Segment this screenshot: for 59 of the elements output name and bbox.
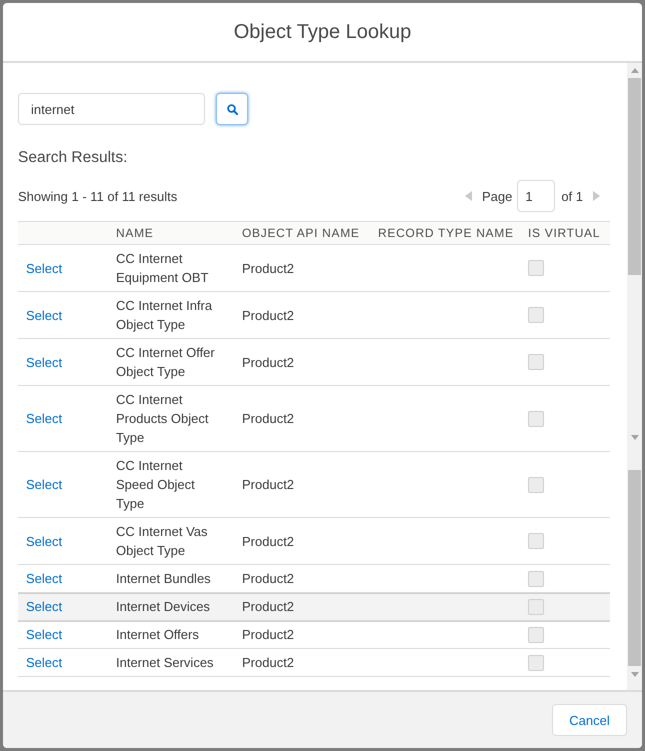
select-link[interactable]: Select [26, 627, 62, 642]
api-name-cell: Product2 [242, 655, 294, 670]
api-name-cell: Product2 [242, 308, 294, 322]
table-row[interactable]: Select CC Internet Equipment OBT Product2 [18, 245, 610, 292]
column-header: RECORD TYPE NAME [378, 226, 514, 240]
scroll-down-icon[interactable] [630, 435, 638, 440]
api-name-cell: Product2 [242, 354, 294, 370]
api-name-cell: Product2 [242, 627, 294, 642]
api-name-cell: Product2 [242, 599, 294, 614]
api-name-cell: Product2 [242, 260, 294, 276]
table-row[interactable]: Select CC Internet Infra Object Type Product2 [18, 292, 610, 339]
results-summary: Showing 1 - 11 of 11 results [18, 188, 178, 204]
name-cell-text: CC Internet Vas Object Type [116, 523, 209, 560]
scrollbar-track[interactable] [627, 63, 642, 690]
table-row[interactable]: Select CC Internet Vas Object Type Product2 [18, 518, 610, 565]
column-header: NAME [116, 226, 154, 240]
results-heading: Search Results: [18, 148, 128, 168]
scroll-up-icon[interactable] [630, 68, 638, 73]
name-cell-text: Internet Offers [116, 626, 199, 644]
api-name-cell: Product2 [242, 534, 294, 548]
table-row[interactable]: Select CC Internet Speed Object Type Product2 [18, 452, 610, 518]
name-cell-text: CC Internet Infra Object Type [116, 297, 214, 334]
name-cell-text: CC Internet Speed Object Type [116, 457, 196, 513]
scrollbar-thumb[interactable] [628, 78, 641, 275]
name-cell-text: Internet Bundles [116, 570, 211, 588]
scroll-down-icon[interactable] [630, 672, 638, 677]
select-link[interactable]: Select [26, 308, 62, 322]
table-row[interactable]: Select Internet Offers Product2 [18, 621, 610, 649]
page-field[interactable]: 1 [517, 180, 556, 212]
scrollbar-thumb[interactable] [628, 470, 641, 666]
search-button[interactable] [216, 93, 248, 125]
select-link[interactable]: Select [26, 655, 62, 670]
select-link[interactable]: Select [26, 354, 62, 370]
api-name-cell: Product2 [242, 477, 294, 492]
select-link[interactable]: Select [26, 411, 62, 426]
api-name-cell: Product2 [242, 411, 294, 426]
cancel-button[interactable]: Cancel [552, 704, 627, 736]
select-link[interactable]: Select [26, 534, 62, 548]
name-cell-text: CC Internet Equipment OBT [116, 250, 210, 287]
column-header: IS VIRTUAL [528, 226, 600, 240]
select-link[interactable]: Select [26, 260, 62, 276]
dialog-title: Object Type Lookup [234, 20, 412, 44]
column-header: OBJECT API NAME [242, 226, 360, 240]
page-total: of 1 [561, 188, 583, 204]
select-link[interactable]: Select [26, 477, 62, 492]
page-label: Page [482, 188, 512, 204]
table-row[interactable]: Select Internet Services Product2 [18, 649, 610, 677]
name-cell-text: Internet Services [116, 654, 214, 672]
api-name-cell: Product2 [242, 571, 294, 586]
table-row[interactable]: Select Internet Devices Product2 [18, 593, 610, 621]
name-cell-text: CC Internet Products Object Type [116, 391, 210, 447]
name-cell-text: Internet Devices [116, 598, 210, 616]
table-row[interactable]: Select CC Internet Products Object Type Product2 [18, 386, 610, 452]
search-icon [226, 104, 238, 114]
table-row[interactable]: Select CC Internet Offer Object Type Product2 [18, 339, 610, 386]
search-field[interactable]: internet [18, 93, 205, 125]
select-link[interactable]: Select [26, 571, 62, 586]
name-cell-text: CC Internet Offer Object Type [116, 344, 216, 381]
select-link[interactable]: Select [26, 599, 62, 614]
